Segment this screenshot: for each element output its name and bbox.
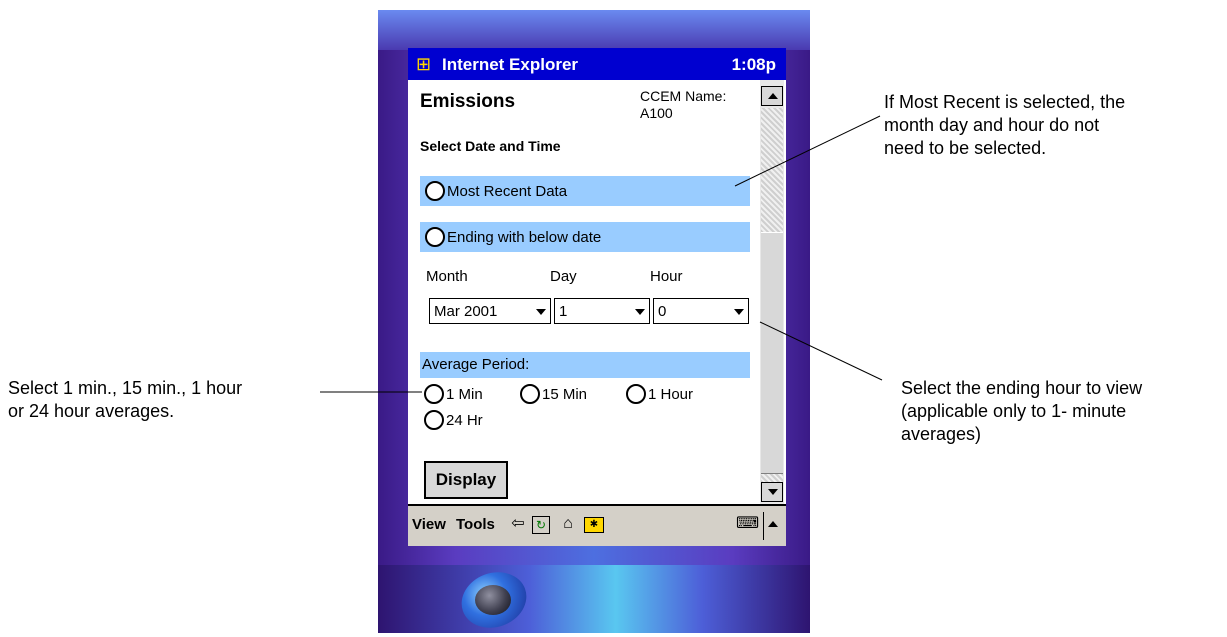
annotation-line: month day and hour do not xyxy=(884,115,1100,135)
leader-line-most-recent xyxy=(734,115,881,187)
annotation-line: averages) xyxy=(901,424,982,444)
annotation-most-recent: If Most Recent is selected, the month da… xyxy=(884,91,1125,160)
annotation-line: need to be selected. xyxy=(884,138,1047,158)
leader-line-hour xyxy=(759,321,883,381)
annotation-line: Select the ending hour to view xyxy=(901,378,1143,398)
annotation-average: Select 1 min., 15 min., 1 hour or 24 hou… xyxy=(8,377,242,423)
annotation-line: Select 1 min., 15 min., 1 hour xyxy=(8,378,243,398)
annotation-line: If Most Recent is selected, the xyxy=(884,92,1126,112)
annotation-line: (applicable only to 1- minute xyxy=(901,401,1127,421)
annotation-hour: Select the ending hour to view (applicab… xyxy=(901,377,1142,446)
annotation-line: or 24 hour averages. xyxy=(8,401,175,421)
